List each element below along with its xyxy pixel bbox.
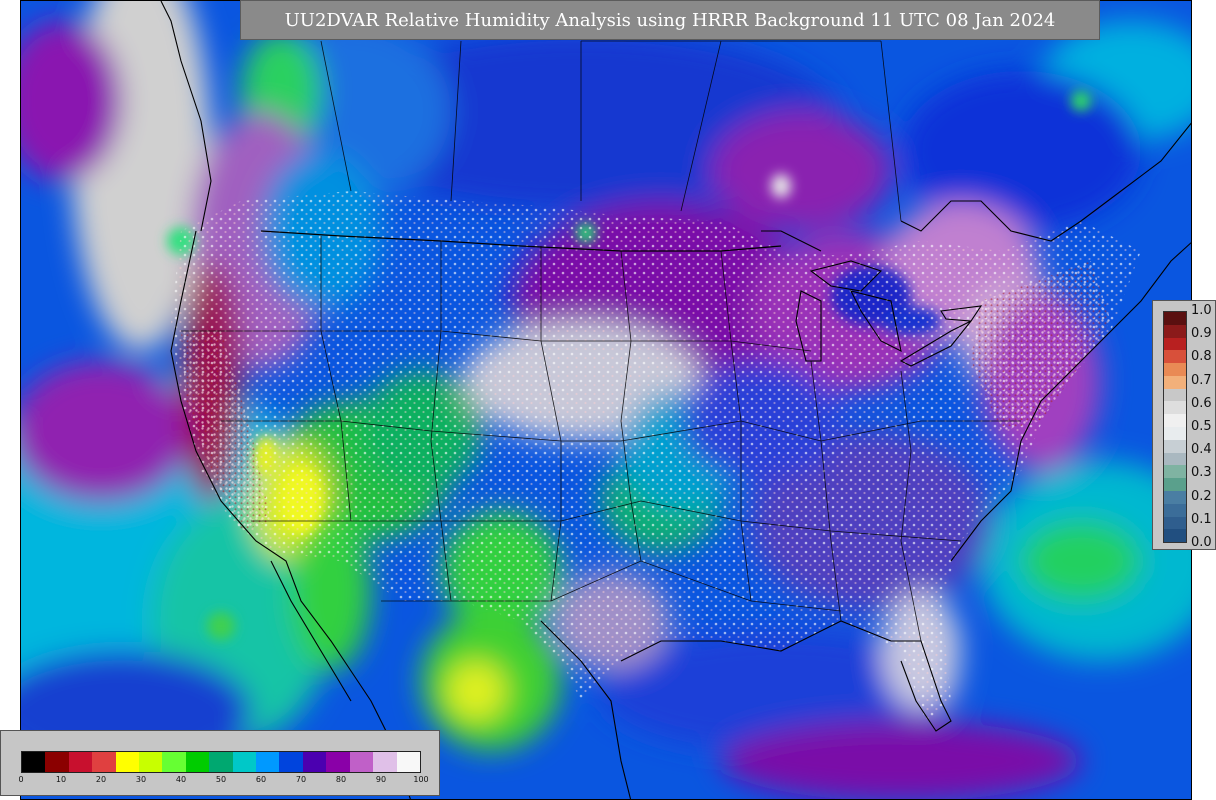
observation-colorbar-segment <box>1164 529 1186 543</box>
observation-colorbar-label: 0.6 <box>1191 395 1212 411</box>
observation-colorbar-segment <box>1164 516 1186 530</box>
rh-colorbar-tick-label: 0 <box>18 775 24 784</box>
observation-colorbar-segment <box>1164 465 1186 479</box>
rh-colorbar-segment <box>256 752 280 772</box>
observation-colorbar-label: 0.2 <box>1191 488 1212 504</box>
rh-colorbar-segment <box>92 752 116 772</box>
observation-colorbar-segment <box>1164 388 1186 402</box>
rh-colorbar-segment <box>302 752 327 772</box>
rh-colorbar-segment <box>115 752 140 772</box>
map-panel <box>20 0 1192 800</box>
rh-colorbar-segment <box>162 752 186 772</box>
observation-colorbar-segment <box>1164 503 1186 517</box>
observation-colorbar-label: 0.5 <box>1191 419 1212 434</box>
observation-colorbar-segment <box>1164 350 1186 364</box>
observation-colorbar: 1.0 0.9 0.8 0.7 0.6 0.5 0.4 0.3 0.2 0.1 0.0 <box>1152 300 1216 550</box>
observation-colorbar-label: 0.4 <box>1191 442 1212 458</box>
observation-colorbar-segment <box>1164 414 1186 428</box>
map-title: UU2DVAR Relative Humidity Analysis using… <box>240 0 1100 40</box>
observation-colorbar-segment <box>1164 337 1186 351</box>
rh-colorbar-segment <box>396 752 420 772</box>
observation-colorbar-segment <box>1164 490 1186 504</box>
rh-colorbar-segment <box>45 752 69 772</box>
rh-colorbar-tick-label: 10 <box>55 775 67 784</box>
observation-colorbar-segment <box>1164 363 1186 376</box>
rh-colorbar-tick-label: 100 <box>413 775 429 784</box>
observation-colorbar-label: 0.1 <box>1191 511 1212 527</box>
rh-colorbar-tick-label: 20 <box>95 775 107 784</box>
observation-colorbar-segment <box>1164 401 1186 415</box>
rh-colorbar-segment <box>185 752 210 772</box>
rh-colorbar-tick-label: 30 <box>135 775 147 784</box>
rh-colorbar-tick-label: 80 <box>335 775 347 784</box>
rh-colorbar: 0 10 20 30 40 50 60 70 80 90 100 <box>0 730 440 796</box>
observation-colorbar-labels: 1.0 0.9 0.8 0.7 0.6 0.5 0.4 0.3 0.2 0.1 0.0 <box>1191 303 1216 550</box>
observation-colorbar-segment <box>1164 439 1186 453</box>
observation-colorbar-scale <box>1163 311 1187 543</box>
rh-colorbar-scale <box>21 751 421 773</box>
rh-colorbar-tick-label: 50 <box>215 775 227 784</box>
rh-colorbar-tick-label: 70 <box>295 775 307 784</box>
rh-colorbar-tick-label: 60 <box>255 775 267 784</box>
observation-colorbar-segment <box>1164 324 1186 338</box>
rh-colorbar-segment <box>22 752 46 772</box>
observation-colorbar-segment <box>1164 312 1186 325</box>
rh-colorbar-segment <box>326 752 350 772</box>
observation-colorbar-segment <box>1164 375 1186 389</box>
observation-colorbar-label: 0.8 <box>1191 349 1212 365</box>
rh-colorbar-segment <box>373 752 397 772</box>
rh-colorbar-segment <box>209 752 233 772</box>
rh-colorbar-labels: 0 10 20 30 40 50 60 70 80 90 100 <box>18 775 428 789</box>
observation-colorbar-label: 0.7 <box>1191 372 1212 388</box>
rh-colorbar-tick-label: 90 <box>375 775 387 784</box>
rh-colorbar-tick-label: 40 <box>175 775 187 784</box>
observation-colorbar-label: 0.3 <box>1191 465 1212 481</box>
rh-colorbar-segment <box>349 752 374 772</box>
rh-colorbar-segment <box>279 752 303 772</box>
observation-colorbar-label: 0.0 <box>1191 535 1212 550</box>
rh-colorbar-segment <box>68 752 93 772</box>
rh-analysis-map <box>21 1 1191 799</box>
rh-colorbar-segment <box>139 752 163 772</box>
rh-colorbar-segment <box>232 752 257 772</box>
observation-colorbar-segment <box>1164 427 1186 440</box>
observation-colorbar-segment <box>1164 452 1186 466</box>
observation-colorbar-segment <box>1164 478 1186 491</box>
observation-colorbar-label: 0.9 <box>1191 326 1212 342</box>
observation-colorbar-label: 1.0 <box>1191 303 1212 318</box>
